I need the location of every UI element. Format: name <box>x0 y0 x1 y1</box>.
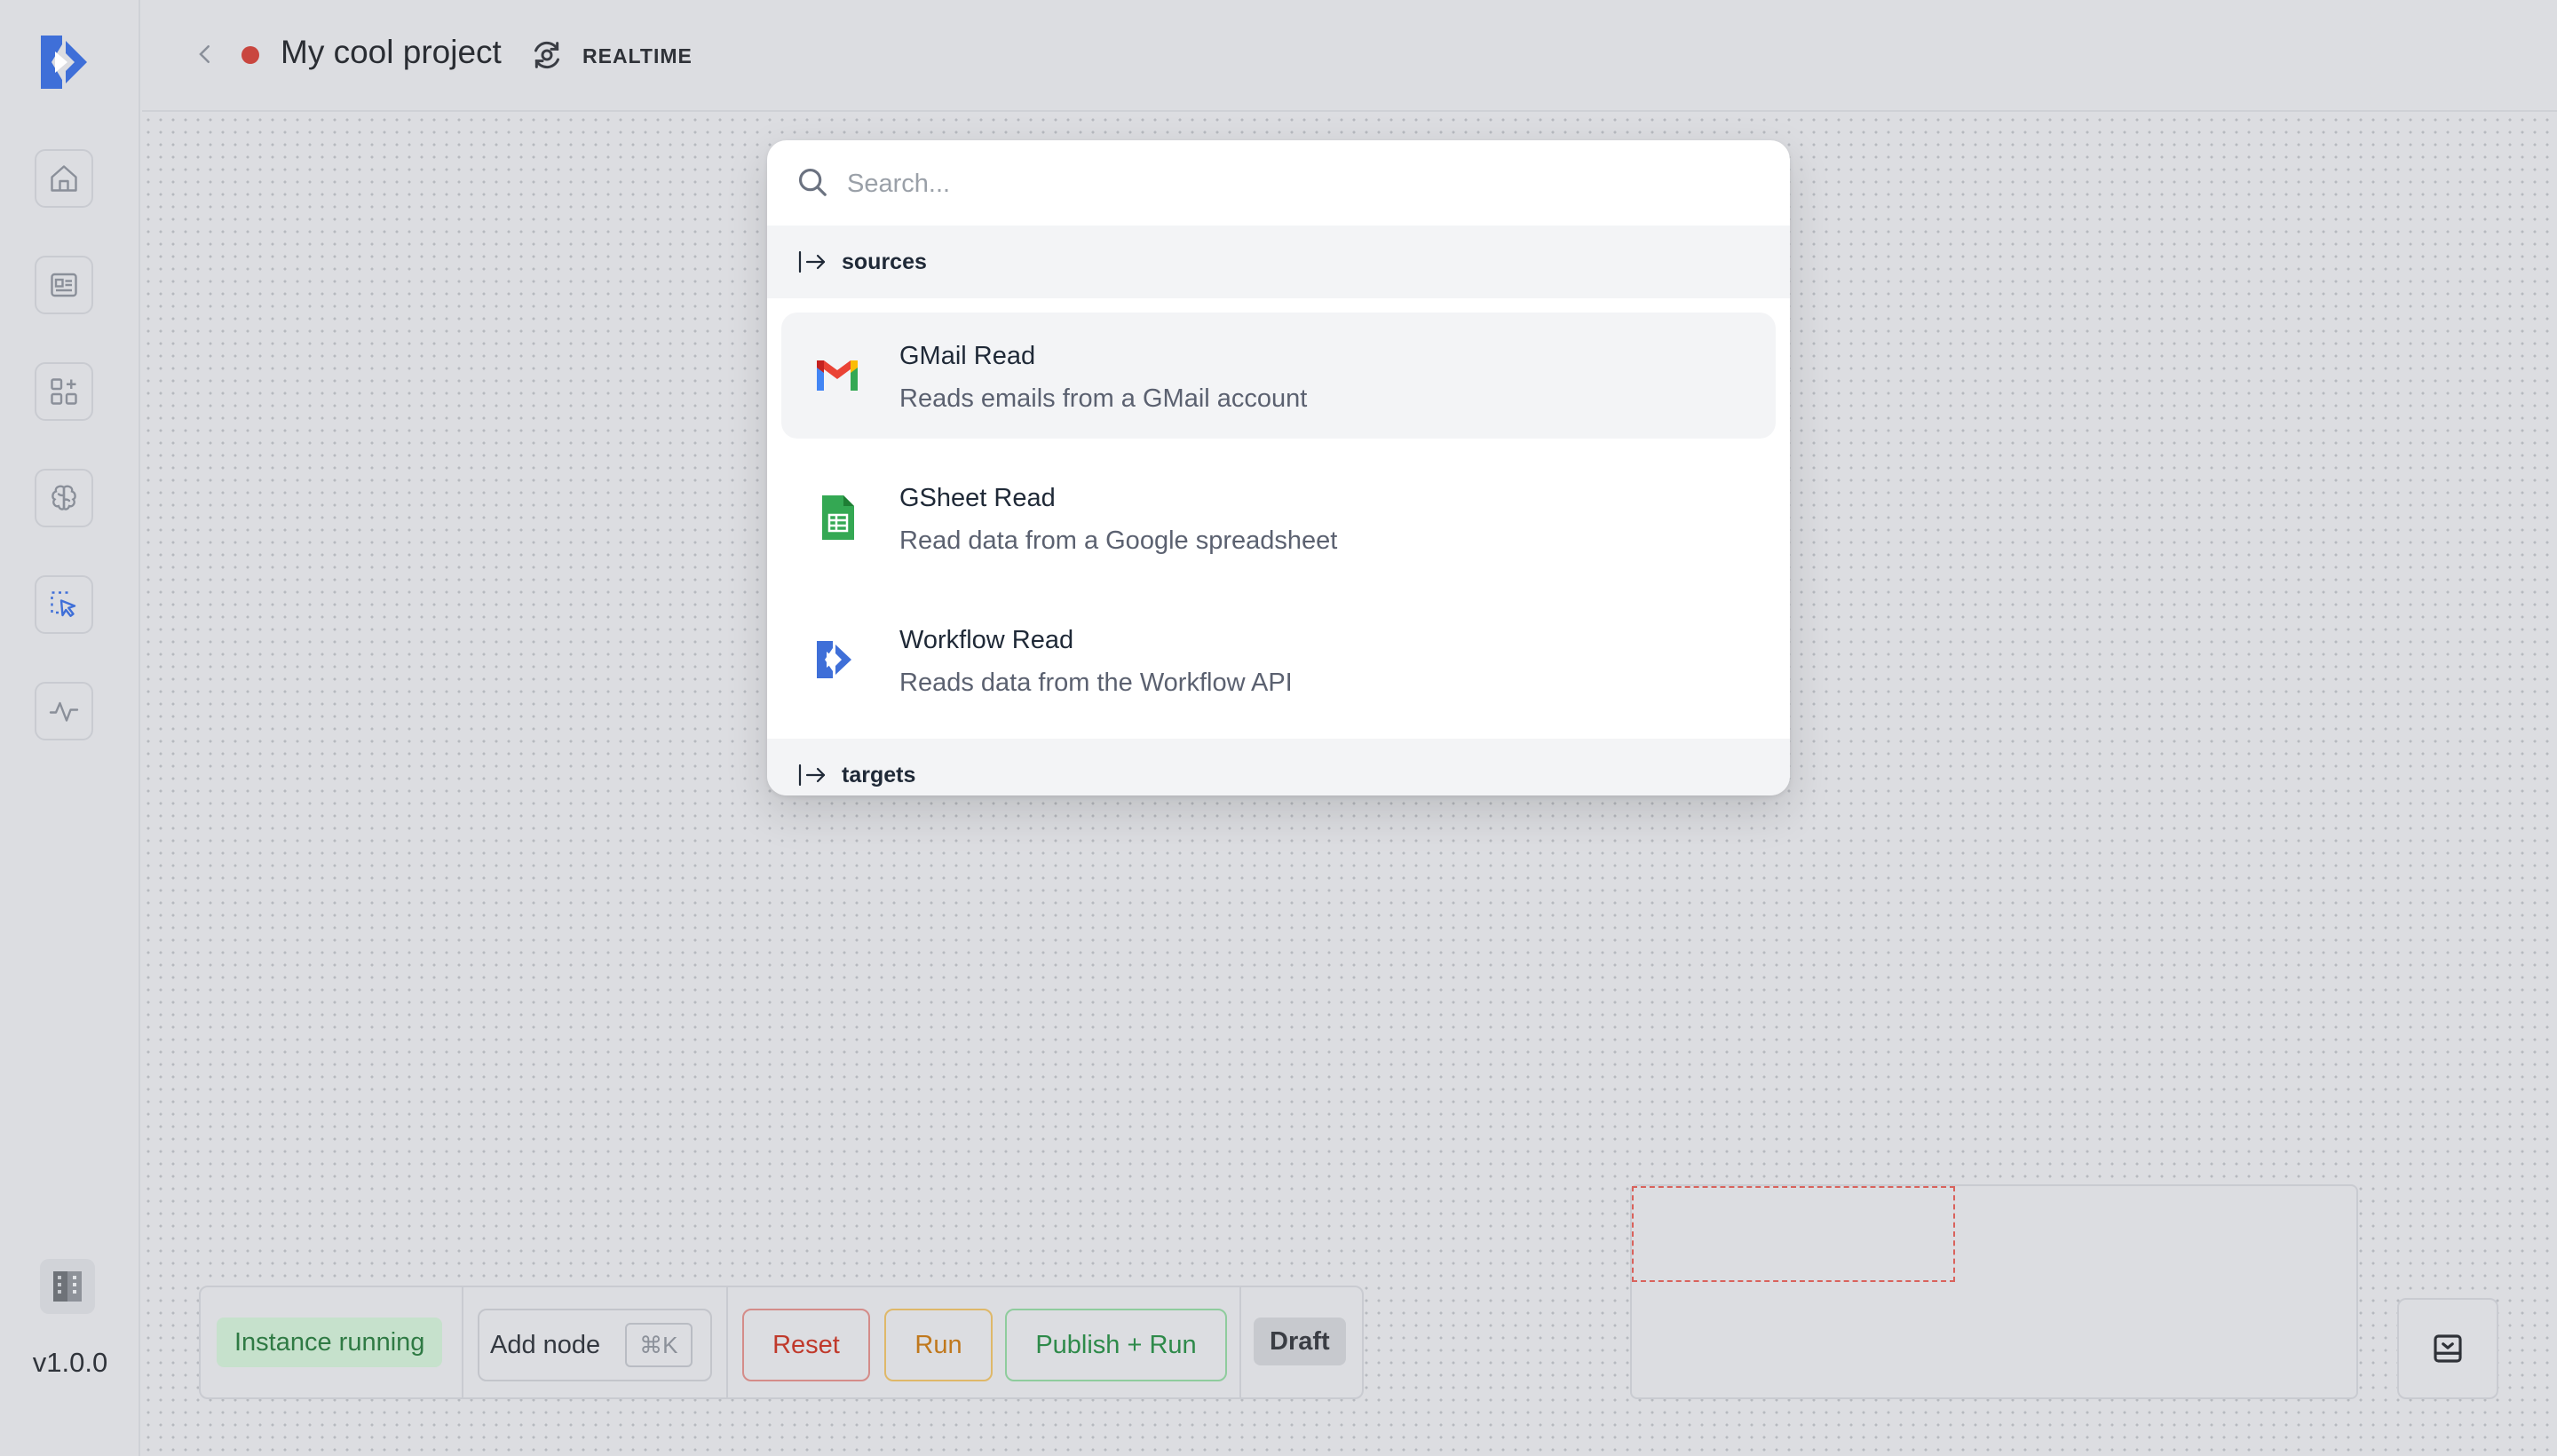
group-label: sources <box>842 249 927 274</box>
workflow-icon <box>817 641 851 678</box>
arrow-right-to-line-icon <box>798 764 826 787</box>
list-item-gmail-read[interactable]: GMail Read Reads emails from a GMail acc… <box>781 313 1776 439</box>
shortcut-hint: ⌘K <box>625 1323 693 1367</box>
select-cursor-icon <box>51 591 76 617</box>
sidebar-item-builder[interactable] <box>35 575 93 634</box>
item-description: Reads emails from a GMail account <box>899 384 1308 413</box>
toolbar-divider <box>462 1287 463 1397</box>
command-palette: sources GMail Read Reads emails from a G… <box>767 140 1790 795</box>
instance-status-badge: Instance running <box>217 1318 443 1367</box>
search-row <box>767 140 1790 226</box>
toolbar-divider <box>1239 1287 1241 1397</box>
minimap-viewport[interactable] <box>1632 1186 1955 1282</box>
sidebar-item-components[interactable] <box>35 362 93 421</box>
back-button[interactable] <box>192 41 218 67</box>
item-description: Reads data from the Workflow API <box>899 669 1293 697</box>
item-description: Read data from a Google spreadsheet <box>899 526 1338 555</box>
app-logo-icon[interactable] <box>36 28 103 96</box>
add-node-button[interactable]: Add node ⌘K <box>478 1309 712 1381</box>
item-title: GSheet Read <box>899 484 1056 512</box>
header: My cool project REALTIME <box>142 0 2557 112</box>
reset-button[interactable]: Reset <box>742 1309 870 1381</box>
draft-badge: Draft <box>1254 1318 1346 1365</box>
activity-icon <box>49 701 79 722</box>
sidebar-item-profile[interactable] <box>35 256 93 314</box>
arrow-right-to-line-icon <box>798 250 826 273</box>
item-title: Workflow Read <box>899 626 1074 654</box>
gmail-icon <box>817 360 858 391</box>
group-label: targets <box>842 762 916 787</box>
toolbar-divider <box>726 1287 728 1397</box>
search-icon <box>798 168 827 196</box>
publish-run-button[interactable]: Publish + Run <box>1005 1309 1227 1381</box>
panel-toggle-button[interactable] <box>2397 1298 2498 1399</box>
app-version: v1.0.0 <box>32 1347 108 1378</box>
list-item-workflow-read[interactable]: Workflow Read Reads data from the Workfl… <box>781 597 1776 723</box>
minimap[interactable] <box>1630 1184 2358 1399</box>
sidebar-item-models[interactable] <box>35 469 93 527</box>
list-item-gsheet-read[interactable]: GSheet Read Read data from a Google spre… <box>781 455 1776 581</box>
sidebar: v1.0.0 <box>0 0 140 1456</box>
group-header-sources: sources <box>767 226 1790 298</box>
home-icon <box>51 165 77 192</box>
sidebar-item-activity[interactable] <box>35 682 93 740</box>
realtime-mode-label[interactable]: REALTIME <box>582 44 693 68</box>
workspace-building-icon[interactable] <box>40 1259 95 1314</box>
run-button[interactable]: Run <box>884 1309 993 1381</box>
search-input[interactable] <box>845 160 1754 208</box>
group-header-targets: targets <box>767 739 1790 795</box>
chevron-left-icon <box>199 45 210 63</box>
realtime-icon[interactable] <box>529 37 565 73</box>
brain-icon <box>51 485 76 510</box>
gsheet-icon <box>822 495 854 540</box>
item-title: GMail Read <box>899 342 1036 370</box>
status-dot <box>241 46 259 64</box>
id-card-icon <box>51 273 77 297</box>
add-node-label: Add node <box>490 1330 601 1359</box>
bottom-toolbar: Instance running Add node ⌘K Reset Run P… <box>199 1286 1364 1399</box>
sidebar-item-home[interactable] <box>35 149 93 208</box>
grid-plus-icon <box>51 378 77 405</box>
project-title: My cool project <box>281 34 502 70</box>
panel-bottom-icon <box>2434 1334 2462 1363</box>
